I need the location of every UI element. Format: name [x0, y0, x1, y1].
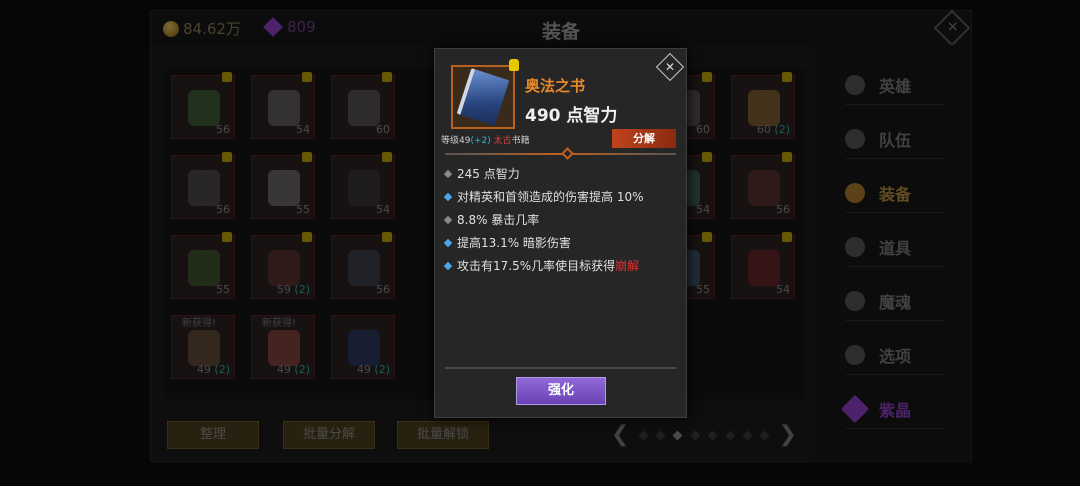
rarity-tag: 太古 [493, 136, 512, 146]
stat-text: 8.8% 暴击几率 [457, 213, 540, 227]
item-icon-frame [451, 65, 515, 129]
bullet-icon [443, 192, 453, 201]
stat-text: 245 点智力 [457, 167, 520, 181]
bullet-icon [443, 215, 453, 224]
lock-icon[interactable] [509, 59, 519, 71]
item-main-stat: 490 点智力 [525, 106, 618, 126]
stat-line: 对精英和首领造成的伤害提高 10% [443, 188, 644, 205]
item-category: 书籍 [511, 136, 530, 146]
footer-divider [445, 367, 676, 369]
stat-text: 攻击有17.5%几率使目标获得 [457, 259, 616, 273]
bullet-icon [443, 238, 453, 247]
item-level-line: 等级49(+2) 太古书籍 [441, 133, 530, 146]
divider-diamond-icon [561, 147, 574, 160]
bullet-icon [443, 261, 453, 270]
stat-line: 8.8% 暴击几率 [443, 211, 540, 228]
stat-line: 提高13.1% 暗影伤害 [443, 234, 571, 251]
popup-close-button[interactable]: ✕ [655, 52, 685, 82]
item-level: 等级49 [441, 136, 471, 146]
stat-text: 对精英和首领造成的伤害提高 10% [457, 190, 644, 204]
bullet-icon [443, 169, 453, 178]
stat-text: 提高13.1% 暗影伤害 [457, 236, 571, 250]
item-detail-popup: ✕ 奥法之书 490 点智力 等级49(+2) 太古书籍 分解 245 点智力 … [434, 48, 687, 418]
stat-line: 245 点智力 [443, 165, 520, 182]
header-divider [445, 147, 676, 160]
item-level-bonus: (+2) [470, 136, 491, 146]
dismantle-button[interactable]: 分解 [612, 129, 676, 148]
enhance-button[interactable]: 强化 [516, 377, 606, 405]
close-icon: ✕ [664, 60, 676, 74]
item-name: 奥法之书 [525, 77, 586, 95]
stat-line: 攻击有17.5%几率使目标获得崩解 [443, 257, 640, 274]
stat-effect-keyword: 崩解 [615, 259, 640, 273]
book-icon [456, 67, 510, 127]
